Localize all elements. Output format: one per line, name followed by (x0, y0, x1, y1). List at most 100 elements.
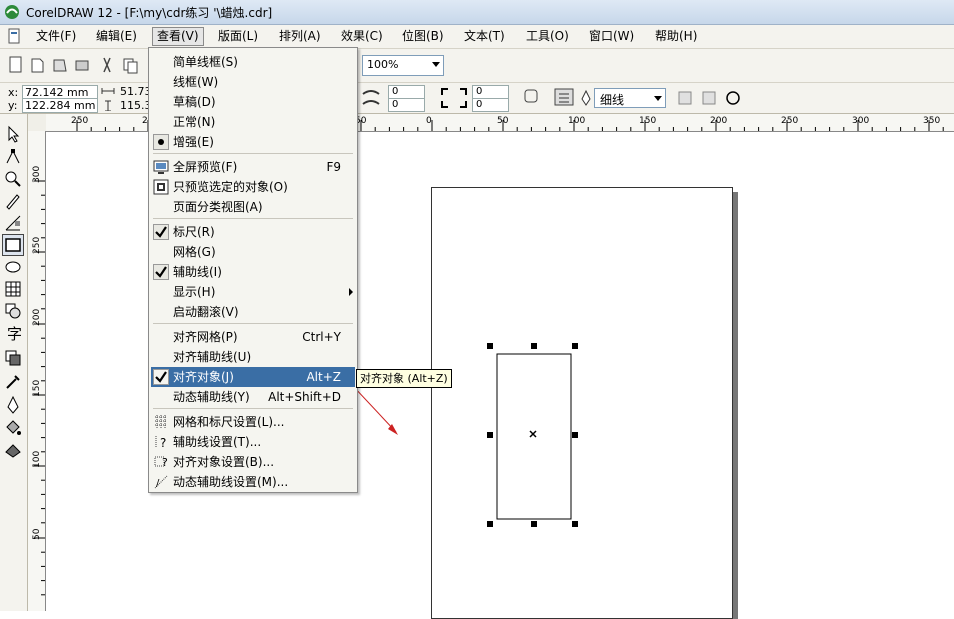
interactive-blend-tool-icon[interactable] (3, 348, 23, 368)
rectangle-tool[interactable] (2, 234, 24, 256)
view-menu-item[interactable]: 只预览选定的对象(O) (151, 177, 355, 197)
hruler-tick-label: 150 (639, 116, 656, 126)
smart-fill-tool-icon[interactable] (3, 213, 23, 233)
wrap-text-icon[interactable] (360, 86, 382, 110)
radio-dot-icon (153, 134, 169, 150)
view-menu-item[interactable]: ? 辅助线设置(T)... (151, 432, 355, 452)
outline-tool-icon[interactable] (3, 395, 23, 415)
view-menu-item[interactable]: 草稿(D) (151, 92, 355, 112)
view-menu-item[interactable]: 页面分类视图(A) (151, 197, 355, 217)
full-screen-preview-icon (153, 160, 169, 174)
graph-paper-tool-icon[interactable] (3, 279, 23, 299)
x-label: x: (8, 86, 19, 99)
menu-5[interactable]: 效果(C) (337, 28, 387, 45)
view-menu-item[interactable]: 线框(W) (151, 72, 355, 92)
hruler-tick-label: 100 (568, 116, 585, 126)
menu-9[interactable]: 窗口(W) (585, 28, 638, 45)
outline-width-select[interactable]: 细线 (594, 88, 666, 108)
y-position-field[interactable]: 122.284 mm (22, 98, 98, 113)
pick-tool-icon[interactable] (3, 124, 23, 144)
view-menu-item[interactable]: 对齐辅助线(U) (151, 347, 355, 367)
menu-7[interactable]: 文本(T) (460, 28, 509, 45)
interactive-fill-tool-icon[interactable] (3, 440, 23, 460)
ruler-origin[interactable] (28, 114, 47, 132)
view-menu-item[interactable]: 启动翻滚(V) (151, 302, 355, 322)
view-menu-item-label: 动态辅助线设置(M)... (173, 475, 289, 489)
menu-8[interactable]: 工具(O) (522, 28, 573, 45)
corner-bl-field[interactable]: 0 (388, 98, 425, 112)
zoom-tool-icon[interactable] (3, 169, 23, 189)
view-menu-item[interactable]: 标尺(R) (151, 222, 355, 242)
view-menu-item-label: 对齐对象设置(B)... (173, 455, 275, 469)
corner-brackets-icon (441, 88, 467, 108)
view-menu-item[interactable]: 对齐对象(J) Alt+Z (151, 367, 355, 387)
vruler-tick-label: 100 (32, 451, 42, 468)
document-icon[interactable] (6, 28, 22, 44)
eyedropper-tool-icon[interactable] (3, 372, 23, 392)
vruler-tick-label: 50 (32, 528, 42, 540)
menu-10[interactable]: 帮助(H) (651, 28, 701, 45)
view-menu-item-label: 对齐辅助线(U) (173, 350, 252, 364)
view-menu-item[interactable]: / 动态辅助线设置(M)... (151, 472, 355, 492)
tooltip: 对齐对象 (Alt+Z) (356, 369, 452, 388)
menu-separator (153, 323, 353, 324)
width-value[interactable]: 51.73 (120, 85, 152, 98)
zoom-level-select[interactable]: 100% (362, 55, 444, 76)
hruler-tick-label: 250 (71, 116, 88, 126)
svg-text:?: ? (162, 456, 168, 469)
zoom-value: 100% (367, 58, 399, 71)
svg-text:字: 字 (7, 325, 22, 343)
window-title: CorelDRAW 12 - [F:\my\cdr练习 '\蜡烛.cdr] (26, 6, 273, 20)
view-menu-item[interactable]: 显示(H) (151, 282, 355, 302)
view-menu-item-label: 标尺(R) (173, 225, 215, 239)
view-menu-item-label: 只预览选定的对象(O) (173, 180, 288, 194)
text-tool-icon[interactable]: 字 (3, 323, 23, 343)
view-menu-item-label: 线框(W) (173, 75, 219, 89)
rectangle-tool-icon (5, 238, 21, 252)
outline-pen-icon (581, 89, 591, 106)
chevron-down-icon (432, 62, 440, 67)
basic-shapes-tool-icon[interactable] (3, 301, 23, 321)
ellipse-tool-icon[interactable] (3, 257, 23, 277)
checkmark-icon (153, 369, 169, 385)
menu-2[interactable]: 查看(V) (152, 27, 204, 46)
menu-1[interactable]: 编辑(E) (92, 28, 141, 45)
corner-tl-field[interactable]: 0 (388, 85, 425, 99)
view-menu-item[interactable]: 正常(N) (151, 112, 355, 132)
fill-tool-icon[interactable] (3, 418, 23, 438)
submenu-arrow-icon (349, 288, 353, 296)
corner-br-field[interactable]: 0 (472, 98, 509, 112)
view-menu-item[interactable]: 辅助线(I) (151, 262, 355, 282)
round-corner-lock-icons[interactable] (522, 87, 586, 109)
convert-arrange-icons[interactable] (676, 87, 746, 109)
coreldraw-app-icon[interactable] (4, 4, 20, 20)
view-menu-item[interactable]: 增强(E) (151, 132, 355, 152)
corner-tr-field[interactable]: 0 (472, 85, 509, 99)
vruler-tick-label: 300 (32, 166, 42, 183)
view-menu-item[interactable]: ? 对齐对象设置(B)... (151, 452, 355, 472)
view-menu-item-label: 辅助线设置(T)... (173, 435, 262, 449)
view-menu-item[interactable]: 动态辅助线(Y) Alt+Shift+D (151, 387, 355, 407)
file-tools-icons[interactable] (6, 55, 146, 75)
menu-6[interactable]: 位图(B) (398, 28, 448, 45)
svg-text:?: ? (160, 436, 166, 450)
height-value[interactable]: 115.3 (120, 99, 152, 112)
y-label: y: (8, 99, 18, 112)
freehand-tool-icon[interactable] (3, 191, 23, 211)
menu-4[interactable]: 排列(A) (275, 28, 325, 45)
menu-3[interactable]: 版面(L) (214, 28, 262, 45)
menu-0[interactable]: 文件(F) (32, 28, 80, 45)
vruler-tick-label: 250 (32, 237, 42, 254)
size-icons (101, 88, 115, 111)
view-menu-item[interactable]: 全屏预览(F) F9 (151, 157, 355, 177)
vruler-tick-label: 150 (32, 380, 42, 397)
view-menu-item-label: 启动翻滚(V) (173, 305, 239, 319)
menu-separator (153, 218, 353, 219)
vertical-ruler[interactable]: 300 250 200 150 100 50 (28, 131, 46, 611)
view-menu-item[interactable]: 简单线框(S) (151, 52, 355, 72)
shape-tool-icon[interactable] (3, 147, 23, 167)
view-menu-item[interactable]: 网格和标尺设置(L)... (151, 412, 355, 432)
view-menu-dropdown: 简单线框(S) 线框(W) 草稿(D) 正常(N) 增强(E) 全屏预览(F) F9 只预览选… (148, 47, 358, 493)
view-menu-item[interactable]: 网格(G) (151, 242, 355, 262)
view-menu-item[interactable]: 对齐网格(P) Ctrl+Y (151, 327, 355, 347)
